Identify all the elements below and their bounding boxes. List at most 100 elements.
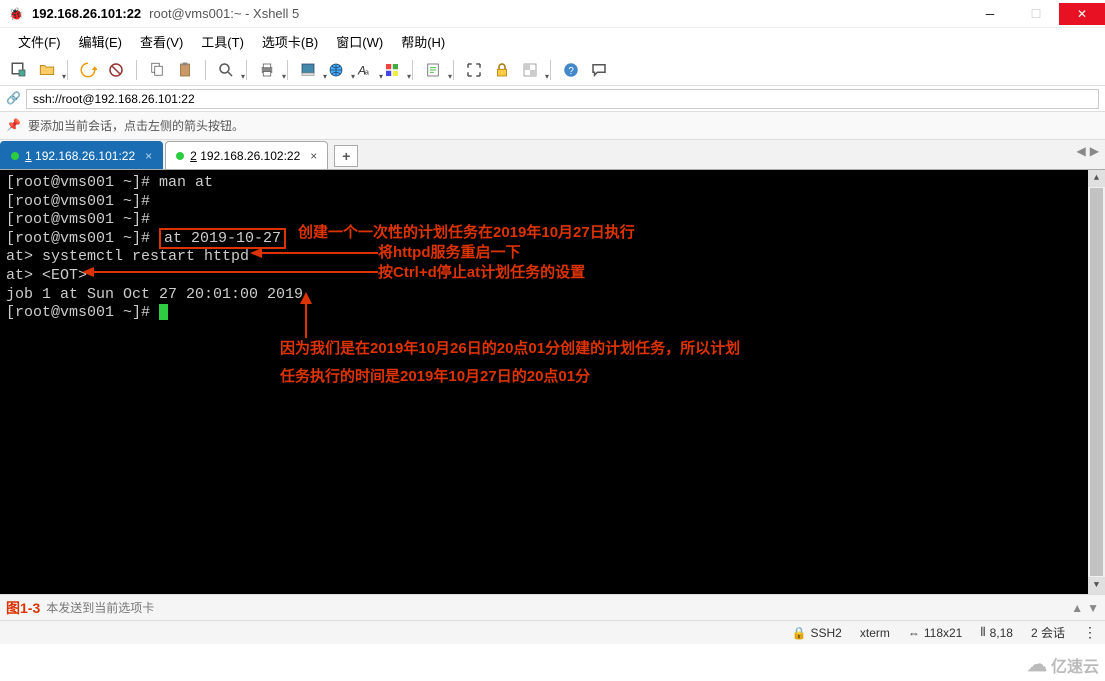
tab-label: 192.168.26.101:22 — [35, 149, 135, 163]
app-icon: 🐞 — [8, 6, 24, 22]
hint-text: 要添加当前会话，点击左侧的箭头按钮。 — [28, 117, 244, 134]
dropdown-icon[interactable]: ▼ — [1087, 601, 1099, 615]
tab-next-icon[interactable]: ▶ — [1090, 144, 1099, 158]
script-icon[interactable] — [420, 57, 446, 83]
find-icon[interactable] — [213, 57, 239, 83]
status-termtype: xterm — [860, 624, 890, 641]
lock-icon[interactable] — [489, 57, 515, 83]
status-sessions: 2 会话 — [1031, 624, 1065, 641]
send-bar-text: 本发送到当前选项卡 — [46, 599, 154, 616]
terminal-line: at> <EOT> — [6, 267, 87, 284]
menu-tools[interactable]: 工具(T) — [193, 30, 252, 53]
cloud-icon: ☁ — [1027, 652, 1047, 677]
tab-close-icon[interactable]: × — [145, 149, 152, 163]
close-button[interactable]: ✕ — [1059, 3, 1105, 25]
scrollbar-thumb[interactable] — [1090, 188, 1103, 576]
status-proto: 🔒SSH2 — [792, 624, 842, 641]
feedback-icon[interactable] — [586, 57, 612, 83]
svg-text:?: ? — [568, 65, 574, 76]
copy-icon[interactable] — [144, 57, 170, 83]
paste-icon[interactable] — [172, 57, 198, 83]
tab-close-icon[interactable]: × — [310, 149, 317, 163]
tab-session-1[interactable]: 1 192.168.26.101:22 × — [0, 141, 163, 169]
window-controls: ─ ☐ ✕ — [967, 3, 1105, 25]
terminal[interactable]: [root@vms001 ~]# man at [root@vms001 ~]#… — [0, 170, 1105, 594]
reconnect-icon[interactable] — [75, 57, 101, 83]
titlebar-host: 192.168.26.101:22 — [32, 6, 141, 21]
status-dot-icon — [176, 152, 184, 160]
terminal-line: job 1 at Sun Oct 27 20:01:00 2019 — [6, 286, 303, 303]
toolbar: Aa ? — [0, 54, 1105, 86]
terminal-workarea: [root@vms001 ~]# man at [root@vms001 ~]#… — [0, 170, 1105, 594]
cursor-icon — [159, 304, 168, 320]
watermark-text: 亿速云 — [1051, 653, 1099, 677]
transparent-icon[interactable] — [517, 57, 543, 83]
arrow-icon — [296, 290, 316, 340]
help-icon[interactable]: ? — [558, 57, 584, 83]
separator — [67, 60, 68, 80]
tab-hotkey: 2 — [190, 149, 197, 163]
menu-edit[interactable]: 编辑(E) — [71, 30, 130, 53]
annotation-5: 任务执行的时间是2019年10月27日的20点01分 — [280, 368, 840, 387]
tab-prev-icon[interactable]: ◀ — [1077, 144, 1086, 158]
address-input[interactable] — [26, 89, 1099, 109]
print-icon[interactable] — [254, 57, 280, 83]
address-bar: 🔗 — [0, 86, 1105, 112]
status-menu-icon[interactable]: ⋮ — [1083, 624, 1097, 641]
color-scheme-icon[interactable] — [379, 57, 405, 83]
separator — [205, 60, 206, 80]
menu-file[interactable]: 文件(F) — [10, 30, 69, 53]
separator — [136, 60, 137, 80]
maximize-button[interactable]: ☐ — [1013, 3, 1059, 25]
position-icon: ⦀ — [980, 625, 985, 640]
tab-nav: ◀ ▶ — [1077, 144, 1099, 158]
status-size: ⇔118x21 — [908, 624, 962, 641]
status-dot-icon — [11, 152, 19, 160]
minimize-button[interactable]: ─ — [967, 3, 1013, 25]
open-session-icon[interactable] — [34, 57, 60, 83]
font-icon[interactable]: Aa — [351, 57, 377, 83]
separator — [246, 60, 247, 80]
menu-view[interactable]: 查看(V) — [132, 30, 191, 53]
tab-add-button[interactable]: + — [334, 145, 358, 167]
new-session-icon[interactable] — [6, 57, 32, 83]
scroll-down-icon[interactable]: ▼ — [1088, 577, 1105, 594]
scroll-up-icon[interactable]: ▲ — [1071, 601, 1083, 615]
disconnect-icon[interactable] — [103, 57, 129, 83]
send-bar: 图1-3 本发送到当前选项卡 ▲ ▼ — [0, 594, 1105, 620]
terminal-line: [root@vms001 ~]# man at — [6, 174, 213, 191]
annotation-3: 按Ctrl+d停止at计划任务的设置 — [378, 264, 585, 283]
tab-strip: 1 192.168.26.101:22 × 2 192.168.26.102:2… — [0, 140, 1105, 170]
arrow-icon — [248, 246, 380, 260]
terminal-line: [root@vms001 ~]# — [6, 211, 150, 228]
hint-bar: 📌 要添加当前会话，点击左侧的箭头按钮。 — [0, 112, 1105, 140]
vertical-scrollbar[interactable]: ▲ ▼ — [1088, 170, 1105, 594]
status-cursor-pos: ⦀8,18 — [980, 624, 1013, 641]
tab-hotkey: 1 — [25, 149, 32, 163]
resize-icon: ⇔ — [908, 626, 920, 640]
separator — [412, 60, 413, 80]
watermark: ☁ 亿速云 — [1027, 652, 1099, 677]
globe-icon[interactable] — [323, 57, 349, 83]
lock-small-icon: 🔒 — [792, 626, 807, 640]
pin-icon[interactable]: 📌 — [6, 118, 22, 134]
scroll-up-icon[interactable]: ▲ — [1088, 170, 1105, 187]
terminal-line: [root@vms001 ~]# — [6, 193, 150, 210]
fullscreen-icon[interactable] — [461, 57, 487, 83]
tab-session-2[interactable]: 2 192.168.26.102:22 × — [165, 141, 328, 169]
terminal-line: [root@vms001 ~]# at 2019-10-27 — [6, 228, 286, 249]
menu-bar: 文件(F) 编辑(E) 查看(V) 工具(T) 选项卡(B) 窗口(W) 帮助(… — [0, 28, 1105, 54]
menu-help[interactable]: 帮助(H) — [393, 30, 453, 53]
link-icon: 🔗 — [6, 91, 22, 107]
separator — [287, 60, 288, 80]
terminal-line: [root@vms001 ~]# — [6, 304, 168, 321]
separator — [550, 60, 551, 80]
annotation-1: 创建一个一次性的计划任务在2019年10月27日执行 — [298, 224, 635, 243]
svg-text:a: a — [365, 67, 370, 76]
annotation-2: 将httpd服务重启一下 — [378, 244, 520, 263]
menu-window[interactable]: 窗口(W) — [328, 30, 391, 53]
menu-tabs[interactable]: 选项卡(B) — [254, 30, 326, 53]
window-titlebar: 🐞 192.168.26.101:22 root@vms001:~ - Xshe… — [0, 0, 1105, 28]
properties-icon[interactable] — [295, 57, 321, 83]
tab-label: 192.168.26.102:22 — [200, 149, 300, 163]
